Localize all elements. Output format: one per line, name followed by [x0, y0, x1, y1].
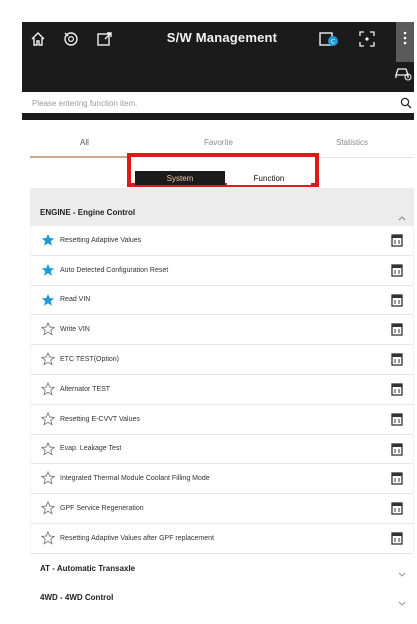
- star-outline-icon[interactable]: [41, 322, 55, 337]
- section-header-engine[interactable]: ENGINE - Engine Control: [30, 198, 414, 226]
- list-item[interactable]: Integrated Thermal Module Coolant Fillin…: [31, 464, 413, 495]
- app-window: S/W Management C All Favorite Statistics…: [22, 22, 414, 622]
- home-icon[interactable]: [30, 28, 46, 50]
- dtc-icon[interactable]: [62, 28, 80, 50]
- list-item[interactable]: Alternator TEST: [31, 374, 413, 405]
- chevron-up-icon[interactable]: [398, 208, 406, 226]
- list-item[interactable]: Read VIN: [31, 285, 413, 316]
- document-icon[interactable]: [391, 322, 403, 337]
- segment-function-button[interactable]: Function: [227, 171, 311, 185]
- capture-icon[interactable]: [358, 28, 376, 50]
- list-item[interactable]: Resetting Adaptive Values: [31, 226, 413, 256]
- list-item[interactable]: Auto Detected Configuration Reset: [31, 255, 413, 286]
- document-icon[interactable]: [391, 352, 403, 366]
- list-item[interactable]: ETC TEST(Option): [31, 345, 413, 375]
- star-filled-icon[interactable]: [41, 293, 55, 307]
- document-icon[interactable]: [391, 531, 403, 545]
- star-filled-icon[interactable]: [41, 263, 55, 277]
- document-icon[interactable]: [391, 501, 403, 515]
- list-item[interactable]: GPF Service Regeneration: [31, 494, 413, 524]
- document-icon[interactable]: [391, 382, 403, 396]
- section-header-4wd[interactable]: 4WD - 4WD Control: [30, 583, 414, 611]
- section-title: 4WD - 4WD Control: [40, 593, 114, 602]
- tab-statistics[interactable]: Statistics: [336, 138, 368, 147]
- list-item[interactable]: Write VIN: [31, 315, 413, 346]
- star-outline-icon[interactable]: [41, 501, 55, 515]
- section-header-at[interactable]: AT - Automatic Transaxle: [30, 554, 414, 582]
- function-list: Resetting Adaptive Values Auto Detected …: [30, 226, 414, 554]
- document-icon[interactable]: [391, 293, 403, 307]
- segment-system-button[interactable]: System: [135, 171, 225, 185]
- chevron-down-icon[interactable]: [398, 565, 406, 583]
- star-outline-icon[interactable]: [41, 530, 55, 545]
- item-label: Read VIN: [60, 296, 91, 304]
- ccs-icon[interactable]: C: [318, 28, 340, 50]
- svg-text:C: C: [331, 39, 335, 46]
- document-icon[interactable]: [391, 442, 403, 456]
- item-label: Resetting Adaptive Values after GPF repl…: [60, 534, 214, 542]
- star-outline-icon[interactable]: [41, 471, 55, 486]
- chevron-down-icon[interactable]: [398, 594, 406, 612]
- item-label: Auto Detected Configuration Reset: [60, 266, 169, 274]
- item-label: ETC TEST(Option): [60, 356, 119, 364]
- more-vertical-icon[interactable]: [396, 22, 414, 62]
- star-filled-icon[interactable]: [41, 233, 55, 247]
- page-title: S/W Management: [166, 30, 278, 45]
- item-label: Resetting Adaptive Values: [60, 236, 142, 244]
- star-outline-icon[interactable]: [41, 352, 55, 366]
- item-label: Alternator TEST: [60, 385, 111, 393]
- star-outline-icon[interactable]: [41, 411, 55, 426]
- list-item[interactable]: Evap. Leakage Test: [31, 434, 413, 465]
- document-icon[interactable]: [391, 471, 403, 486]
- section-title: ENGINE - Engine Control: [40, 207, 136, 217]
- search-icon[interactable]: [400, 96, 412, 114]
- document-icon[interactable]: [391, 263, 403, 277]
- document-icon[interactable]: [391, 233, 403, 247]
- tab-all[interactable]: All: [80, 138, 89, 147]
- item-label: Evap. Leakage Test: [60, 445, 122, 453]
- list-item[interactable]: Resetting Adaptive Values after GPF repl…: [31, 523, 413, 554]
- export-icon[interactable]: [96, 28, 114, 50]
- vehicle-icon[interactable]: [394, 62, 412, 84]
- list-item[interactable]: Resetting E-CVVT Values: [31, 404, 413, 435]
- star-outline-icon[interactable]: [41, 381, 55, 396]
- item-label: Integrated Thermal Module Coolant Fillin…: [60, 475, 210, 483]
- search-bar: [22, 92, 414, 116]
- item-label: GPF Service Regeneration: [60, 505, 144, 513]
- star-outline-icon[interactable]: [41, 441, 55, 456]
- item-label: Resetting E-CVVT Values: [60, 415, 140, 423]
- divider: [30, 188, 414, 198]
- tab-favorite[interactable]: Favorite: [204, 138, 233, 147]
- section-title: AT - Automatic Transaxle: [40, 564, 136, 573]
- document-icon[interactable]: [391, 412, 403, 426]
- item-label: Write VIN: [60, 326, 90, 334]
- search-input[interactable]: [32, 95, 392, 111]
